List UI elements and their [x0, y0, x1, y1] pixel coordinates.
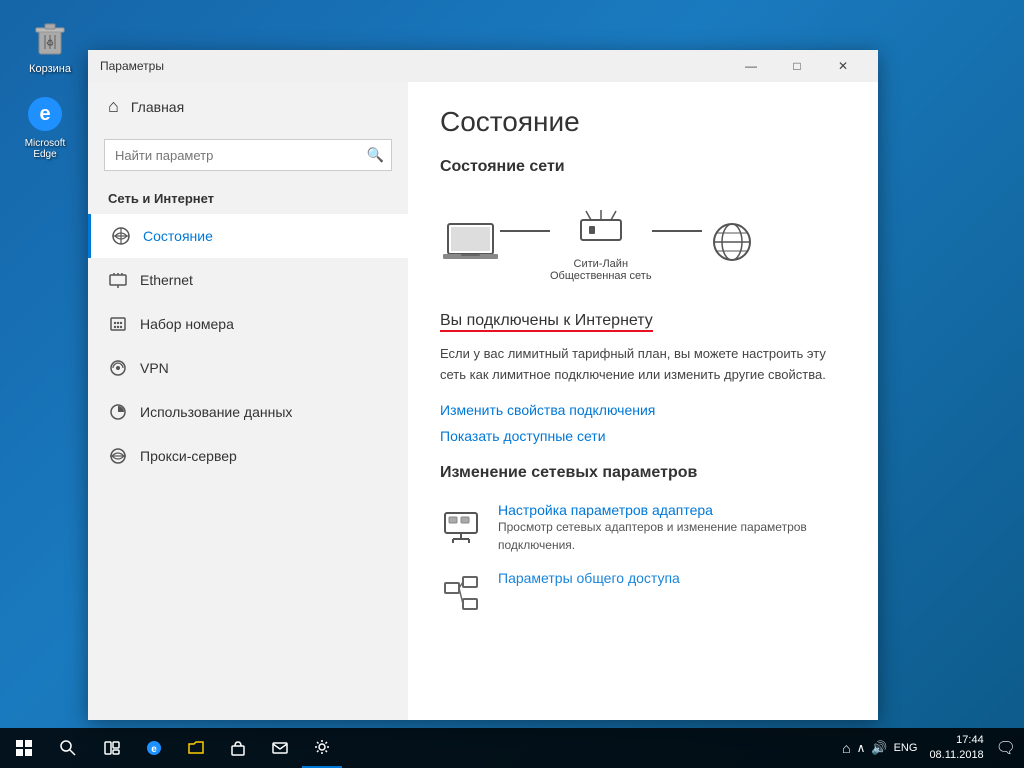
- proxy-label: Прокси-сервер: [140, 448, 237, 464]
- search-input[interactable]: [104, 139, 392, 171]
- window-title: Параметры: [100, 59, 728, 73]
- recycle-bin-label: Корзина: [29, 63, 71, 75]
- main-content: Состояние Состояние сети: [408, 82, 878, 720]
- connection-status-text: Вы подключены к Интернету: [440, 312, 653, 332]
- network-tray-icon[interactable]: ⌂: [842, 740, 850, 756]
- dialup-label: Набор номера: [140, 316, 234, 332]
- settings-window: Параметры — □ ✕ ⌂ Главная 🔍: [88, 50, 878, 720]
- sharing-settings-item: Параметры общего доступа: [440, 570, 846, 614]
- language-label[interactable]: ENG: [894, 742, 918, 754]
- vpn-label: VPN: [140, 360, 169, 376]
- systray: ⌂ ∧ 🔊 ENG: [842, 740, 917, 756]
- settings-section-title: Изменение сетевых параметров: [440, 464, 846, 482]
- show-networks-link[interactable]: Показать доступные сети: [440, 428, 846, 444]
- taskbar-search-button[interactable]: [48, 728, 88, 768]
- window-body: ⌂ Главная 🔍 Сеть и Интернет Состояние: [88, 82, 878, 720]
- vpn-icon: [108, 358, 128, 378]
- laptop-icon: [440, 217, 500, 267]
- home-icon: ⌂: [108, 96, 119, 117]
- provider-label: Сити-Лайн Общественная сеть: [550, 258, 652, 282]
- taskbar-store[interactable]: [218, 728, 258, 768]
- clock-time: 17:44: [929, 733, 983, 748]
- adapter-icon: [440, 504, 482, 546]
- notification-icon[interactable]: 🗨: [996, 738, 1016, 758]
- taskbar-explorer[interactable]: [176, 728, 216, 768]
- globe-icon: [702, 217, 762, 267]
- sharing-info: Параметры общего доступа: [498, 570, 680, 586]
- page-title: Состояние: [440, 106, 846, 138]
- sidebar: ⌂ Главная 🔍 Сеть и Интернет Состояние: [88, 82, 408, 720]
- adapter-settings-item: Настройка параметров адаптера Просмотр с…: [440, 502, 846, 554]
- sidebar-home[interactable]: ⌂ Главная: [88, 82, 408, 131]
- line1: [500, 230, 550, 232]
- taskbar-clock[interactable]: 17:44 08.11.2018: [921, 733, 991, 764]
- sidebar-item-vpn[interactable]: VPN: [88, 346, 408, 390]
- sharing-title[interactable]: Параметры общего доступа: [498, 570, 680, 586]
- edge-image: e: [25, 94, 65, 134]
- data-usage-icon: [108, 402, 128, 422]
- taskbar-task-view[interactable]: [92, 728, 132, 768]
- maximize-button[interactable]: □: [774, 50, 820, 82]
- recycle-bin-image: ♻: [30, 19, 70, 59]
- adapter-info: Настройка параметров адаптера Просмотр с…: [498, 502, 846, 554]
- sidebar-search-container: 🔍: [104, 139, 392, 171]
- clock-date: 08.11.2018: [929, 748, 983, 763]
- chevron-tray-icon[interactable]: ∧: [857, 741, 866, 755]
- dialup-icon: [108, 314, 128, 334]
- adapter-desc: Просмотр сетевых адаптеров и изменение п…: [498, 518, 846, 554]
- sidebar-section-title: Сеть и Интернет: [88, 179, 408, 214]
- svg-text:e: e: [151, 744, 157, 755]
- ethernet-icon: [108, 270, 128, 290]
- data-usage-label: Использование данных: [140, 404, 292, 420]
- taskbar-edge[interactable]: e: [134, 728, 174, 768]
- adapter-title[interactable]: Настройка параметров адаптера: [498, 502, 846, 518]
- globe-node: [702, 217, 762, 267]
- sidebar-item-proxy[interactable]: Прокси-сервер: [88, 434, 408, 478]
- ethernet-label: Ethernet: [140, 272, 193, 288]
- sidebar-item-ethernet[interactable]: Ethernet: [88, 258, 408, 302]
- proxy-icon: [108, 446, 128, 466]
- sidebar-item-status[interactable]: Состояние: [88, 214, 408, 258]
- taskbar-right: ⌂ ∧ 🔊 ENG 17:44 08.11.2018 🗨: [842, 733, 1024, 764]
- svg-text:e: e: [39, 103, 50, 125]
- taskbar-mail[interactable]: [260, 728, 300, 768]
- edge-desktop-icon[interactable]: e MicrosoftEdge: [10, 90, 80, 164]
- titlebar: Параметры — □ ✕: [88, 50, 878, 82]
- section-divider: Изменение сетевых параметров: [440, 464, 846, 482]
- line2: [652, 230, 702, 232]
- router-node: Сити-Лайн Общественная сеть: [550, 202, 652, 282]
- home-label: Главная: [131, 99, 184, 115]
- recycle-bin-icon[interactable]: ♻ Корзина: [15, 15, 85, 79]
- taskbar-settings[interactable]: [302, 728, 342, 768]
- speaker-icon[interactable]: 🔊: [871, 740, 887, 756]
- network-section-title: Состояние сети: [440, 158, 846, 176]
- status-label: Состояние: [143, 228, 213, 244]
- change-properties-link[interactable]: Изменить свойства подключения: [440, 402, 846, 418]
- connection-status: Вы подключены к Интернету: [440, 312, 846, 344]
- svg-text:♻: ♻: [46, 38, 54, 48]
- taskbar-app-icons: e: [92, 728, 342, 768]
- router-icon: [571, 202, 631, 252]
- connection-desc: Если у вас лимитный тарифный план, вы мо…: [440, 344, 840, 386]
- close-button[interactable]: ✕: [820, 50, 866, 82]
- window-controls: — □ ✕: [728, 50, 866, 82]
- minimize-button[interactable]: —: [728, 50, 774, 82]
- sidebar-item-data-usage[interactable]: Использование данных: [88, 390, 408, 434]
- laptop-node: [440, 217, 500, 267]
- network-diagram: Сити-Лайн Общественная сеть: [440, 192, 846, 292]
- sharing-icon: [440, 572, 482, 614]
- desktop: ♻ Корзина e MicrosoftEdge Параметры — □ …: [0, 0, 1024, 768]
- start-button[interactable]: [0, 728, 48, 768]
- taskbar: e ⌂ ∧ 🔊 ENG 17:44: [0, 728, 1024, 768]
- edge-label: MicrosoftEdge: [25, 138, 66, 160]
- status-icon: [111, 226, 131, 246]
- sidebar-item-dialup[interactable]: Набор номера: [88, 302, 408, 346]
- search-icon: 🔍: [367, 147, 384, 164]
